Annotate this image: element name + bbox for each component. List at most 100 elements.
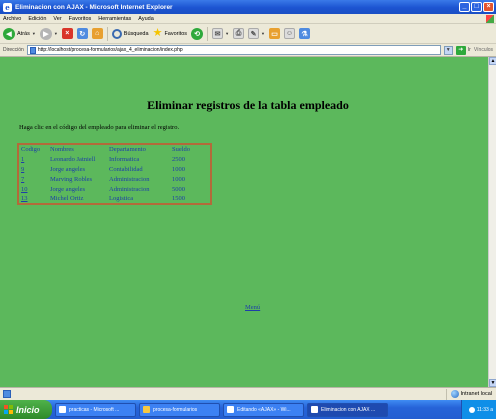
ie-logo-icon: e [3,2,12,12]
dropdown-arrow-icon: ▼ [53,31,58,36]
table-row: 13 Michel Ortiz Logistica 1500 [18,194,211,204]
cell-nombres: Leonardo Jatniell [50,155,96,163]
address-bar: Dirección http://localhost/procesa-formu… [0,44,496,57]
go-arrow-icon: ➜ [455,45,466,55]
research-icon[interactable]: ⚗ [299,28,310,39]
header-departamento: Departamento [109,146,146,153]
cell-nombres: Marving Robles [50,175,93,183]
cell-departamento: Informatica [109,155,140,163]
address-dropdown-icon[interactable]: ▼ [443,45,453,55]
forward-button[interactable]: ▶ ▼ [39,27,58,40]
cell-sueldo: 2500 [172,155,185,163]
delete-code-link[interactable]: 9 [21,166,24,173]
go-button[interactable]: ➜ Ir [455,45,471,55]
favorites-button[interactable]: ★ Favoritos [153,28,188,39]
cell-sueldo: 1000 [172,165,185,173]
taskbar-item-label: Editando «AJAX» - Wi... [237,406,291,413]
delete-code-link[interactable]: 1 [21,156,24,163]
folder-icon[interactable]: ▭ [269,28,280,39]
cell-nombres: Michel Ortiz [50,195,84,202]
taskbar-item-eliminacion[interactable]: Eliminacion con AJAX ... [307,402,388,417]
editor-window-icon [227,406,234,413]
delete-code-link[interactable]: 7 [21,176,24,183]
edit-button[interactable]: ✎ ▼ [248,28,265,39]
table-row: 1 Leonardo Jatniell Informatica 2500 [18,154,211,164]
stop-icon[interactable]: × [61,28,73,39]
menu-favoritos[interactable]: Favoritos [69,16,92,22]
table-header-row: Codigo Nombres Departamento Sueldo [18,144,211,154]
links-button[interactable]: Vínculos [474,47,496,53]
window-controls: _ □ × [459,2,496,12]
search-label: Búsqueda [123,30,149,37]
search-button[interactable]: Búsqueda [111,28,149,39]
maximize-button[interactable]: □ [471,2,482,12]
status-bar: Intranet local [0,387,496,400]
forward-arrow-icon: ▶ [39,27,52,40]
window-title: Eliminacion con AJAX - Microsoft Interne… [15,3,173,11]
intranet-globe-icon [450,390,459,398]
system-tray: 11:33 a [461,400,496,419]
cell-departamento: Administracion [109,175,150,183]
menu-link[interactable]: Menú [245,304,260,311]
tray-status-icon[interactable] [468,406,475,413]
scroll-up-icon[interactable]: ▲ [489,57,496,65]
vertical-scrollbar[interactable]: ▲ ▼ [488,57,496,387]
menu-ver[interactable]: Ver [53,16,61,22]
taskbar-item-practicas[interactable]: practicas - Microsoft ... [55,402,136,417]
go-label: Ir [467,47,471,53]
toolbar-separator [106,26,108,41]
taskbar-item-label: Eliminacion con AJAX ... [321,406,376,413]
messenger-icon[interactable]: ☺ [284,28,295,39]
windows-taskbar: Inicio practicas - Microsoft ... procesa… [0,400,496,419]
window-titlebar[interactable]: e Eliminacion con AJAX - Microsoft Inter… [0,0,496,14]
header-nombres: Nombres [50,146,74,153]
edit-icon: ✎ [248,28,260,39]
taskbar-item-folder[interactable]: procesa-formularios [139,402,220,417]
menu-bar: Archivo Edición Ver Favoritos Herramient… [0,14,496,24]
menu-herramientas[interactable]: Herramientas [98,16,131,22]
cell-departamento: Contabilidad [109,165,143,173]
taskbar-item-label: practicas - Microsoft ... [69,406,120,413]
table-row: 7 Marving Robles Administracion 1000 [18,174,211,184]
start-button[interactable]: Inicio [0,400,52,419]
address-input[interactable]: http://localhost/procesa-formularios/aja… [26,45,441,55]
header-sueldo: Sueldo [172,146,191,153]
ie-window-icon [311,406,318,413]
cell-nombres: Jorge angeles [50,165,86,173]
cell-sueldo: 1500 [172,195,185,202]
browser-toolbar: ◀ Atrás ▼ ▶ ▼ × ↻ ⌂ Búsqueda ★ Favoritos… [0,24,496,44]
page-done-icon [3,390,11,398]
dropdown-arrow-icon: ▼ [225,31,230,36]
mail-button[interactable]: ✉ ▼ [212,28,229,39]
cell-sueldo: 1000 [172,175,185,183]
home-icon[interactable]: ⌂ [91,28,103,39]
toolbar-separator [207,26,209,41]
delete-code-link[interactable]: 13 [21,195,28,202]
menu-ayuda[interactable]: Ayuda [138,16,154,22]
print-icon[interactable]: ⎙ [233,28,245,39]
close-button[interactable]: × [483,2,494,12]
history-icon[interactable]: ⟲ [191,27,204,40]
cell-departamento: Administracion [109,185,150,193]
folder-icon [143,406,150,413]
header-codigo: Codigo [21,146,41,153]
menu-edicion[interactable]: Edición [28,16,46,22]
back-button[interactable]: ◀ Atrás ▼ [3,27,36,40]
scroll-down-icon[interactable]: ▼ [489,379,496,387]
cell-nombres: Jorge angeles [50,185,86,193]
ie-window-icon [59,406,66,413]
zone-label: Intranet local [460,391,493,397]
dropdown-arrow-icon: ▼ [261,31,265,36]
cell-sueldo: 5000 [172,185,185,193]
windows-flag-icon [486,14,494,23]
delete-code-link[interactable]: 10 [21,186,28,193]
minimize-button[interactable]: _ [459,2,470,12]
clock[interactable]: 11:33 a [477,407,493,413]
back-arrow-icon: ◀ [3,27,15,40]
back-label: Atrás [17,30,30,37]
taskbar-item-editor[interactable]: Editando «AJAX» - Wi... [223,402,304,417]
employee-table: Codigo Nombres Departamento Sueldo 1 Leo… [17,143,212,205]
refresh-icon[interactable]: ↻ [76,28,88,39]
security-zone: Intranet local [445,388,496,400]
menu-archivo[interactable]: Archivo [3,16,21,22]
